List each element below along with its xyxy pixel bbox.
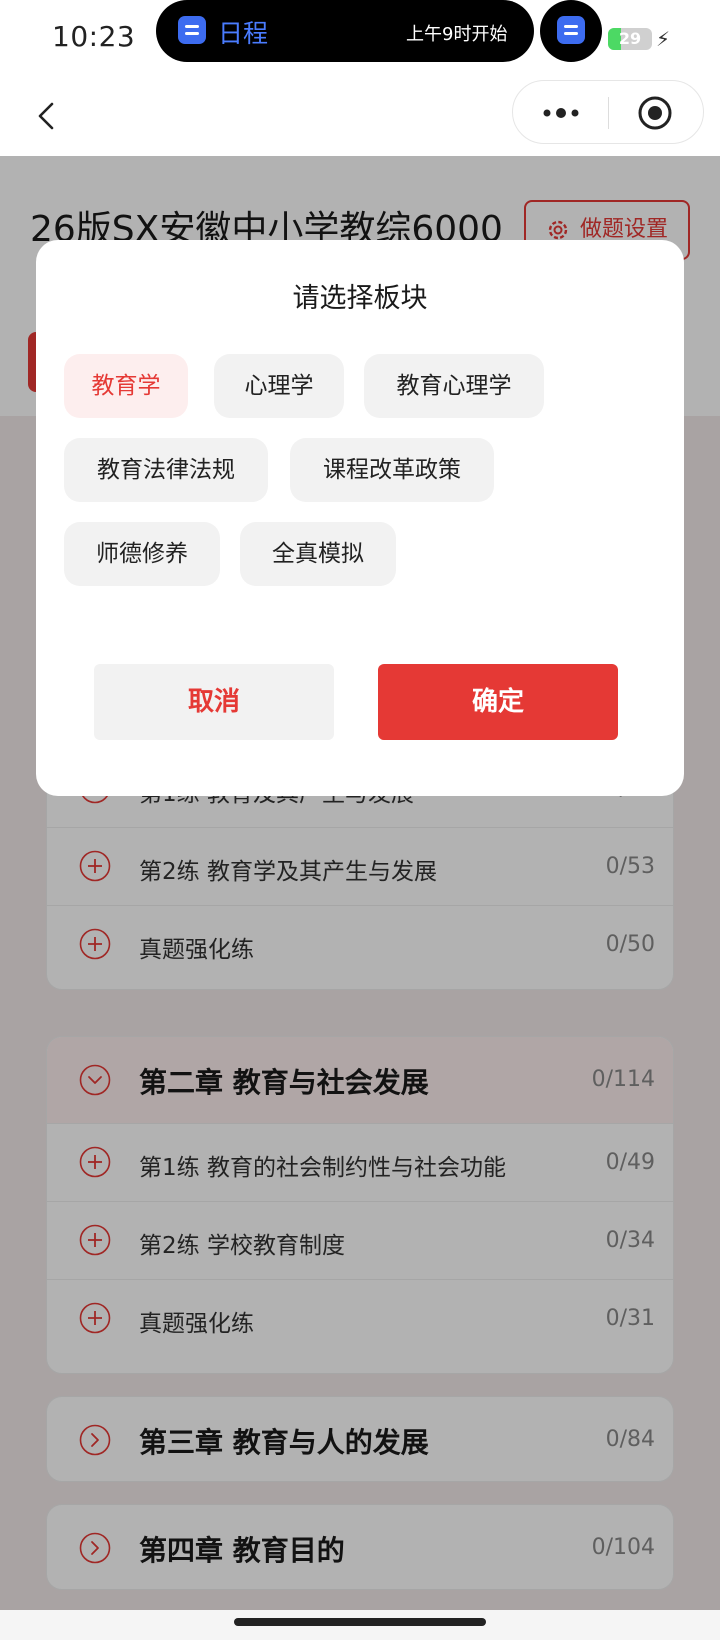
confirm-button[interactable]: 确定 — [378, 664, 618, 740]
close-target-icon[interactable] — [637, 95, 673, 131]
section-picker-dialog: 请选择板块 教育学 心理学 教育心理学 教育法律法规 课程改革政策 师德修养 全… — [36, 240, 684, 796]
back-icon[interactable] — [30, 98, 66, 134]
dynamic-island[interactable]: 日程 上午9时开始 — [156, 0, 534, 62]
more-icon[interactable] — [541, 103, 581, 123]
option-chip[interactable]: 师德修养 — [64, 522, 220, 586]
calendar-app-icon — [557, 16, 585, 44]
island-event-text: 上午9时开始 — [406, 24, 508, 45]
mini-program-capsule — [512, 80, 704, 144]
home-indicator[interactable] — [234, 1618, 486, 1626]
cancel-button[interactable]: 取消 — [94, 664, 334, 740]
dialog-title: 请选择板块 — [292, 283, 428, 314]
island-app-name: 日程 — [218, 19, 269, 48]
charging-icon: ⚡ — [656, 27, 671, 51]
option-chip[interactable]: 心理学 — [214, 354, 344, 418]
option-chip[interactable]: 教育学 — [64, 354, 188, 418]
option-chip[interactable]: 教育法律法规 — [64, 438, 268, 502]
home-bar — [0, 1610, 720, 1640]
battery-icon: 29 — [608, 28, 652, 50]
status-bar: 10:23 日程 上午9时开始 29 ⚡ — [0, 0, 720, 76]
calendar-app-icon — [178, 16, 206, 44]
option-chip[interactable]: 全真模拟 — [240, 522, 396, 586]
nav-bar — [0, 76, 720, 156]
capsule-divider — [608, 97, 609, 129]
option-chip[interactable]: 课程改革政策 — [290, 438, 494, 502]
battery-percent: 29 — [618, 29, 642, 48]
status-time: 10:23 — [52, 20, 136, 53]
option-chip[interactable]: 教育心理学 — [364, 354, 544, 418]
dynamic-island-secondary[interactable] — [540, 0, 602, 62]
